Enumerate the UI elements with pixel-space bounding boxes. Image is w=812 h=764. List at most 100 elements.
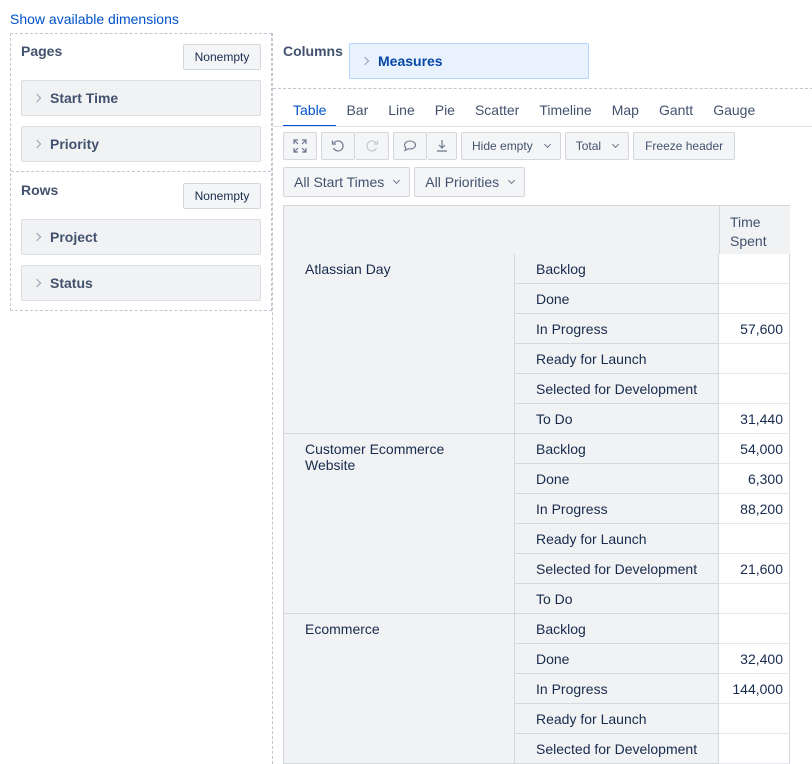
value-cell	[719, 614, 790, 644]
dimension-priority[interactable]: Priority	[21, 126, 261, 162]
value-cell	[719, 284, 790, 314]
value-cell	[719, 524, 790, 554]
status-cell[interactable]: Done	[515, 644, 719, 674]
value-cell: 57,600	[719, 314, 790, 344]
page-filters: All Start Times All Priorities	[283, 167, 529, 197]
freeze-header-button[interactable]: Freeze header	[633, 132, 736, 160]
status-cell[interactable]: In Progress	[515, 314, 719, 344]
status-cell[interactable]: In Progress	[515, 674, 719, 704]
start-time-filter-label: All Start Times	[294, 174, 385, 190]
start-time-filter[interactable]: All Start Times	[283, 167, 411, 197]
priority-filter[interactable]: All Priorities	[414, 167, 526, 197]
chevron-right-icon	[32, 93, 42, 103]
rows-nonempty-button[interactable]: Nonempty	[183, 183, 261, 209]
status-cell[interactable]: Selected for Development	[515, 734, 719, 764]
status-cell[interactable]: To Do	[515, 584, 719, 614]
tab-gauge[interactable]: Gauge	[703, 97, 765, 127]
tab-table[interactable]: Table	[283, 97, 337, 127]
hide-empty-label: Hide empty	[472, 139, 533, 153]
status-cell[interactable]: Backlog	[515, 434, 719, 464]
chevron-down-icon	[543, 140, 551, 149]
project-cell[interactable]: Ecommerce	[283, 614, 515, 764]
fullscreen-button[interactable]	[283, 132, 317, 160]
tabs-divider	[273, 126, 812, 127]
status-cell[interactable]: Done	[515, 464, 719, 494]
tab-line[interactable]: Line	[378, 97, 424, 127]
status-cell[interactable]: Backlog	[515, 614, 719, 644]
value-cell	[719, 704, 790, 734]
value-cell	[719, 344, 790, 374]
comment-button[interactable]	[393, 132, 427, 160]
value-cell: 6,300	[719, 464, 790, 494]
status-cell[interactable]: Done	[515, 284, 719, 314]
chevron-down-icon	[612, 140, 620, 149]
status-cell[interactable]: Ready for Launch	[515, 704, 719, 734]
toolbar: Hide empty Total Freeze header	[283, 132, 739, 160]
time-spent-header[interactable]: Time Spent	[719, 206, 790, 254]
priority-filter-label: All Priorities	[425, 174, 500, 190]
dimension-start-time[interactable]: Start Time	[21, 80, 261, 116]
value-cell: 32,400	[719, 644, 790, 674]
tab-scatter[interactable]: Scatter	[465, 97, 529, 127]
tab-map[interactable]: Map	[602, 97, 649, 127]
undo-button[interactable]	[321, 132, 355, 160]
status-cell[interactable]: Selected for Development	[515, 554, 719, 584]
rows-title: Rows	[21, 182, 59, 198]
dimension-label: Start Time	[50, 90, 119, 106]
chevron-right-icon	[32, 278, 42, 288]
comment-export-group	[393, 132, 457, 160]
chevron-right-icon	[360, 56, 370, 66]
value-cell	[719, 734, 790, 764]
status-cell[interactable]: Ready for Launch	[515, 344, 719, 374]
comment-icon	[403, 140, 417, 152]
dimension-status[interactable]: Status	[21, 265, 261, 301]
status-cell[interactable]: Ready for Launch	[515, 524, 719, 554]
value-cell	[719, 374, 790, 404]
export-button[interactable]	[427, 132, 457, 160]
status-cell[interactable]: To Do	[515, 404, 719, 434]
redo-button[interactable]	[355, 132, 389, 160]
chevron-right-icon	[32, 139, 42, 149]
redo-icon	[365, 140, 378, 152]
value-cell	[719, 254, 790, 284]
columns-title: Columns	[283, 43, 343, 59]
dimension-label: Status	[50, 275, 93, 291]
hide-empty-dropdown[interactable]: Hide empty	[461, 132, 561, 160]
chevron-right-icon	[32, 232, 42, 242]
value-cell: 31,440	[719, 404, 790, 434]
dimension-project[interactable]: Project	[21, 219, 261, 255]
left-panel: Pages Nonempty Start Time Priority Rows …	[10, 33, 272, 311]
chevron-down-icon	[393, 176, 401, 185]
section-divider	[11, 171, 271, 172]
pages-nonempty-button[interactable]: Nonempty	[183, 44, 261, 70]
project-cell[interactable]: Customer Ecommerce Website	[283, 434, 515, 614]
tab-pie[interactable]: Pie	[425, 97, 465, 127]
status-cell[interactable]: Backlog	[515, 254, 719, 284]
columns-area: Columns Measures	[273, 33, 812, 89]
expand-icon	[293, 139, 307, 153]
undo-icon	[331, 140, 344, 152]
pages-title: Pages	[21, 43, 63, 59]
dimension-label: Priority	[50, 136, 100, 152]
download-icon	[436, 140, 447, 152]
value-cell	[719, 584, 790, 614]
value-cell: 88,200	[719, 494, 790, 524]
chevron-down-icon	[508, 176, 516, 185]
total-dropdown[interactable]: Total	[564, 132, 630, 160]
tab-bar[interactable]: Bar	[336, 97, 378, 127]
show-available-dimensions-link[interactable]: Show available dimensions	[10, 11, 179, 27]
project-cell[interactable]: Atlassian Day	[283, 254, 515, 434]
value-cell: 54,000	[719, 434, 790, 464]
right-panel: Columns Measures Table Bar Line Pie Scat…	[272, 33, 812, 764]
table-header: Time Spent	[283, 205, 790, 255]
tab-gantt[interactable]: Gantt	[649, 97, 703, 127]
status-cell[interactable]: Selected for Development	[515, 374, 719, 404]
dimension-label: Project	[50, 229, 98, 245]
undo-redo-group	[321, 132, 389, 160]
dimension-measures[interactable]: Measures	[349, 43, 589, 79]
view-tabs: Table Bar Line Pie Scatter Timeline Map …	[283, 97, 765, 127]
tab-timeline[interactable]: Timeline	[529, 97, 601, 127]
value-cell: 144,000	[719, 674, 790, 704]
total-label: Total	[575, 139, 602, 153]
status-cell[interactable]: In Progress	[515, 494, 719, 524]
